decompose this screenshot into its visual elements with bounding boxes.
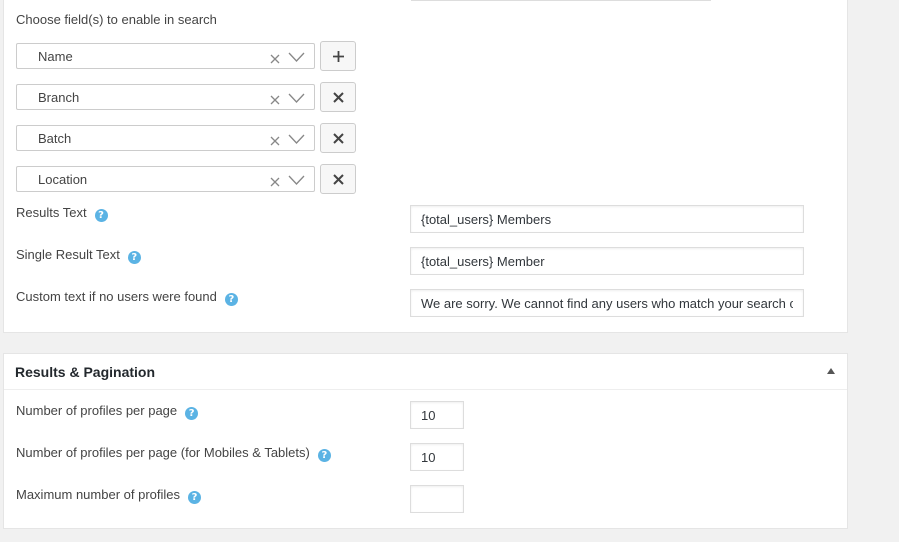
chevron-down-icon[interactable] [288, 134, 305, 145]
remove-field-button[interactable] [320, 164, 356, 194]
help-icon[interactable]: ? [127, 251, 141, 264]
chevron-down-icon[interactable] [288, 175, 305, 186]
max-profiles-label-text: Maximum number of profiles [16, 487, 180, 502]
chevron-down-icon[interactable] [288, 52, 305, 63]
plus-icon [333, 51, 344, 62]
add-field-button[interactable] [320, 41, 356, 71]
collapse-toggle-icon[interactable] [827, 368, 835, 374]
profiles-per-page-input[interactable] [410, 401, 464, 429]
search-field-select-branch[interactable]: Branch [16, 84, 315, 110]
profiles-per-page-label-text: Number of profiles per page [16, 403, 178, 418]
results-text-label-text: Results Text [16, 205, 87, 220]
search-field-value: Location [38, 172, 88, 187]
remove-field-button[interactable] [320, 82, 356, 112]
clear-icon[interactable] [269, 176, 281, 188]
search-field-value: Name [38, 49, 73, 64]
clear-icon[interactable] [269, 53, 281, 65]
close-icon [333, 133, 344, 144]
close-icon [333, 174, 344, 185]
search-fields-label: Choose field(s) to enable in search [16, 12, 217, 27]
single-result-text-label: Single Result Text? [16, 246, 141, 264]
max-profiles-input[interactable] [410, 485, 464, 513]
close-icon [333, 92, 344, 103]
single-result-text-label-text: Single Result Text [16, 247, 120, 262]
profiles-per-page-mobile-input[interactable] [410, 443, 464, 471]
panel-header[interactable]: Results & Pagination [4, 354, 847, 390]
profiles-per-page-label: Number of profiles per page? [16, 402, 199, 420]
search-settings-panel: Choose field(s) to enable in search Name… [3, 0, 848, 333]
chevron-down-icon[interactable] [288, 93, 305, 104]
clear-icon[interactable] [269, 135, 281, 147]
no-users-text-input[interactable] [410, 289, 804, 317]
search-field-select-batch[interactable]: Batch [16, 125, 315, 151]
remove-field-button[interactable] [320, 123, 356, 153]
no-users-text-label: Custom text if no users were found? [16, 288, 238, 306]
clear-icon[interactable] [269, 94, 281, 106]
single-result-text-input[interactable] [410, 247, 804, 275]
help-icon[interactable]: ? [224, 293, 238, 306]
profiles-per-page-mobile-label: Number of profiles per page (for Mobiles… [16, 444, 331, 462]
help-icon[interactable]: ? [94, 209, 108, 222]
search-field-value: Branch [38, 90, 80, 105]
help-icon[interactable]: ? [188, 491, 201, 504]
panel-title: Results & Pagination [15, 364, 156, 380]
help-icon[interactable]: ? [317, 449, 331, 462]
search-field-value: Batch [38, 131, 72, 146]
search-field-select-name[interactable]: Name [16, 43, 315, 69]
results-text-label: Results Text? [16, 204, 108, 222]
previous-field-input[interactable] [411, 0, 711, 1]
results-text-input[interactable] [410, 205, 804, 233]
help-icon[interactable]: ? [185, 407, 199, 420]
no-users-text-label-text: Custom text if no users were found [16, 289, 217, 304]
max-profiles-label: Maximum number of profiles? [16, 486, 201, 504]
search-field-select-location[interactable]: Location [16, 166, 315, 192]
profiles-per-page-mobile-label-text: Number of profiles per page (for Mobiles… [16, 445, 310, 460]
results-pagination-panel: Results & Pagination Number of profiles … [3, 353, 848, 529]
